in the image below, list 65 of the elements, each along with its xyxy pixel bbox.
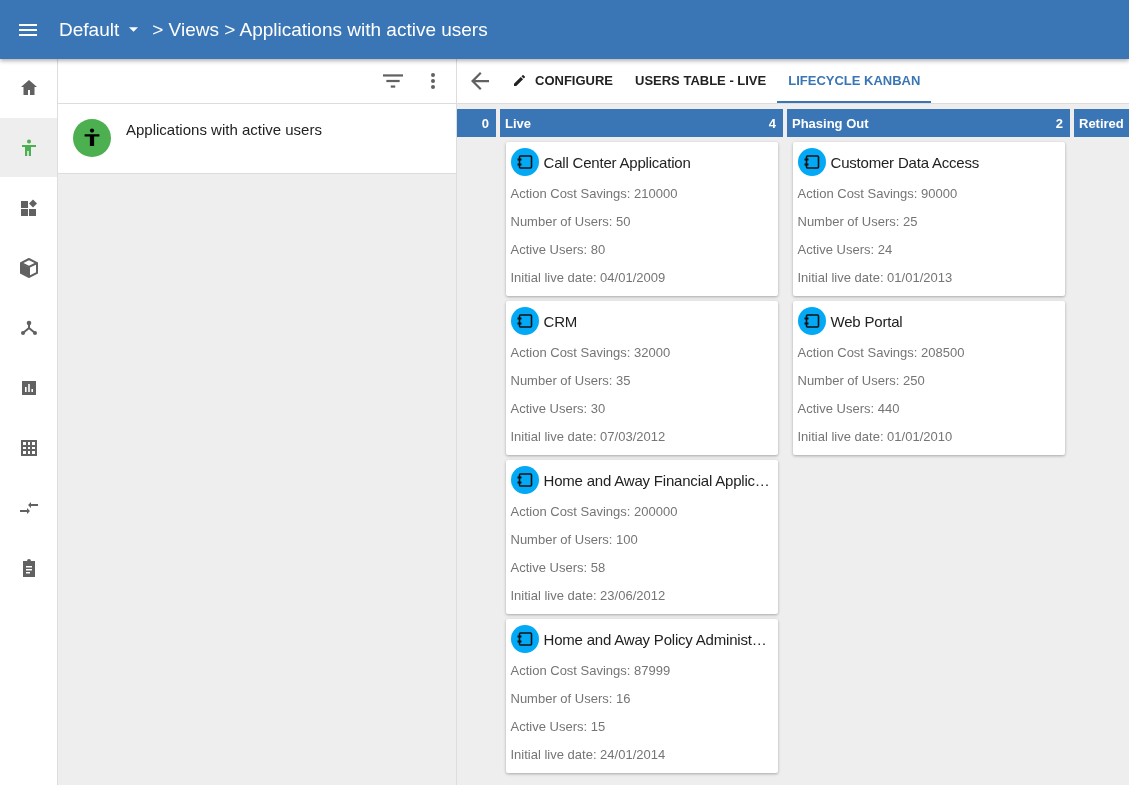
card-field: Active Users: 440 xyxy=(797,395,1060,423)
card-field: Action Cost Savings: 32000 xyxy=(510,339,773,367)
cube-icon xyxy=(18,257,39,278)
card-field: Action Cost Savings: 90000 xyxy=(797,180,1060,208)
card-title: Web Portal xyxy=(830,312,903,330)
card-title: CRM xyxy=(543,312,578,330)
card-field: Number of Users: 16 xyxy=(510,685,773,713)
component-icon xyxy=(797,307,826,335)
component-icon xyxy=(797,148,826,176)
back-arrow-icon[interactable] xyxy=(471,72,489,90)
application-card[interactable]: Home and Away Financial Applic… Action Cost Savings: 200000 Number of Users: 100 Active Users: 58 Initial live date: 23/06/2012 xyxy=(505,460,778,614)
card-field: Initial live date: 04/01/2009 xyxy=(510,264,773,292)
card-field: Number of Users: 35 xyxy=(510,367,773,395)
view-tab[interactable]: LIFECYCLE KANBAN xyxy=(777,59,932,103)
application-card[interactable]: Web Portal Action Cost Savings: 208500 Number of Users: 250 Active Users: 440 Initial live date: 01/01/2010 xyxy=(792,301,1065,455)
card-field: Active Users: 30 xyxy=(510,395,773,423)
view-tab[interactable]: CONFIGURE xyxy=(503,59,624,103)
card-field: Active Users: 58 xyxy=(510,554,773,582)
filter-icon[interactable] xyxy=(383,74,403,88)
menu-icon[interactable] xyxy=(19,23,37,36)
person-avatar-icon xyxy=(73,119,111,157)
column-count: 4 xyxy=(768,115,776,131)
component-icon xyxy=(510,466,539,494)
card-field: Action Cost Savings: 210000 xyxy=(510,180,773,208)
component-icon xyxy=(510,148,539,176)
card-field: Action Cost Savings: 200000 xyxy=(510,498,773,526)
component-icon xyxy=(510,307,539,335)
grid-icon xyxy=(18,437,39,458)
column-title: Live xyxy=(505,115,531,131)
card-field: Active Users: 15 xyxy=(510,713,773,741)
application-card[interactable]: CRM Action Cost Savings: 32000 Number of Users: 35 Active Users: 30 Initial live date: 07/03/2012 xyxy=(505,301,778,455)
card-field: Number of Users: 250 xyxy=(797,367,1060,395)
column-count: 2 xyxy=(1055,115,1063,131)
view-list-item[interactable]: Applications with active users xyxy=(58,104,456,174)
component-icon xyxy=(510,625,539,653)
card-field: Number of Users: 50 xyxy=(510,208,773,236)
card-field: Initial live date: 24/01/2014 xyxy=(510,741,773,769)
workspace-selector[interactable]: Default xyxy=(59,18,120,41)
caret-icon[interactable] xyxy=(129,27,139,32)
view-name: Applications with active users xyxy=(126,121,322,138)
column-count: 0 xyxy=(481,115,489,131)
card-field: Number of Users: 100 xyxy=(510,526,773,554)
card-field: Active Users: 24 xyxy=(797,236,1060,264)
card-title: Call Center Application xyxy=(543,153,691,171)
card-field: Active Users: 80 xyxy=(510,236,773,264)
application-card[interactable]: Home and Away Policy Administ… Action Cost Savings: 87999 Number of Users: 16 Active Users: 15 Initial live date: 24/01/2014 xyxy=(505,619,778,773)
card-field: Initial live date: 01/01/2013 xyxy=(797,264,1060,292)
application-card[interactable]: Customer Data Access Action Cost Savings: 90000 Number of Users: 25 Active Users: 24 Initial live date: 01/01/2013 xyxy=(792,142,1065,296)
view-tab[interactable]: USERS TABLE - LIVE xyxy=(624,59,778,103)
column-title: Phasing Out xyxy=(792,115,869,131)
breadcrumb: > Views > Applications with active users xyxy=(152,18,488,41)
card-field: Initial live date: 01/01/2010 xyxy=(797,423,1060,451)
card-field: Initial live date: 23/06/2012 xyxy=(510,582,773,610)
card-field: Action Cost Savings: 87999 xyxy=(510,657,773,685)
card-title: Customer Data Access xyxy=(830,153,980,171)
card-field: Initial live date: 07/03/2012 xyxy=(510,423,773,451)
card-title: Home and Away Policy Administ… xyxy=(543,630,767,648)
card-field: Action Cost Savings: 208500 xyxy=(797,339,1060,367)
more-options-icon[interactable] xyxy=(430,73,436,89)
card-title: Home and Away Financial Applic… xyxy=(543,471,770,489)
application-card[interactable]: Call Center Application Action Cost Savings: 210000 Number of Users: 50 Active Users: 80 Initial live date: 04/01/2009 xyxy=(505,142,778,296)
card-field: Number of Users: 25 xyxy=(797,208,1060,236)
pencil-icon xyxy=(514,74,525,86)
column-title: Retired xyxy=(1079,115,1124,131)
widgets-icon xyxy=(18,197,39,218)
